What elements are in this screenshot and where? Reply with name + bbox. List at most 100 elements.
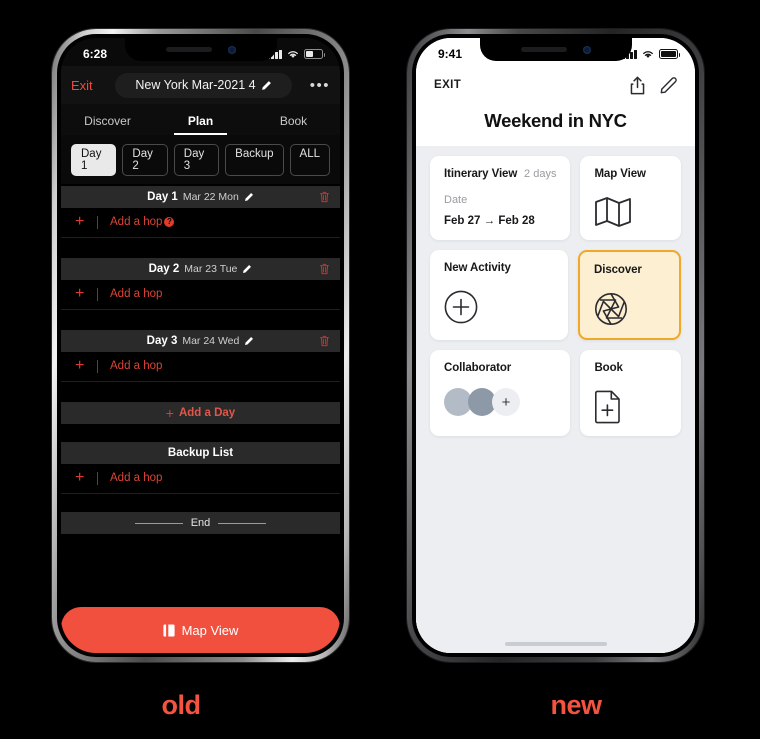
tab-book[interactable]: Book <box>247 106 340 135</box>
card-title: Book <box>594 362 623 374</box>
plus-circle-icon <box>444 290 478 324</box>
status-time: 9:41 <box>438 47 463 61</box>
spacer <box>61 494 340 512</box>
speaker-icon <box>520 47 567 52</box>
status-icons <box>267 49 325 59</box>
icon-wrap <box>444 290 554 324</box>
front-camera-icon <box>227 45 236 54</box>
day-date: Mar 24 Wed <box>182 335 240 347</box>
day-title: Day 2 <box>148 263 180 275</box>
card-map-view[interactable]: Map View <box>580 156 681 240</box>
day-header-row: Day 1 Mar 22 Mon <box>61 186 340 208</box>
add-hop-row[interactable]: + Add a hop <box>61 352 340 382</box>
add-hop-label: Add a hop <box>110 360 163 372</box>
pencil-icon[interactable] <box>244 192 254 202</box>
card-new-activity[interactable]: New Activity <box>430 250 569 340</box>
chip-all[interactable]: ALL <box>289 144 330 176</box>
nav-actions <box>629 76 677 95</box>
share-icon[interactable] <box>629 76 646 95</box>
chip-day-3[interactable]: Day 3 <box>173 144 220 176</box>
aperture-icon <box>595 293 628 325</box>
add-collaborator-button[interactable]: + <box>492 388 520 416</box>
map-icon <box>595 197 632 227</box>
wifi-icon <box>288 51 298 58</box>
exit-button[interactable]: Exit <box>71 78 111 93</box>
day-title: Day 3 <box>146 335 178 347</box>
front-camera-icon <box>582 45 591 54</box>
card-title: Itinerary View <box>444 168 518 180</box>
page-title: Weekend in NYC <box>484 110 627 131</box>
spacer <box>61 310 340 328</box>
day-title: Day 1 <box>147 191 178 203</box>
plus-icon: + <box>165 405 174 421</box>
pencil-icon[interactable] <box>660 76 677 94</box>
add-hop-row[interactable]: + Add a hop <box>61 464 340 494</box>
card-book[interactable]: Book <box>580 350 681 436</box>
spacer <box>61 424 340 442</box>
plus-icon[interactable]: + <box>75 214 97 230</box>
divider <box>97 287 98 301</box>
tab-discover[interactable]: Discover <box>61 106 154 135</box>
phone-old: 6:28 Exit New York Mar-2021 4 ••• Discov… <box>52 29 349 662</box>
new-app: EXIT Weekend in NYC Itinerary View 2 day… <box>416 38 695 653</box>
phone-old-bezel: 6:28 Exit New York Mar-2021 4 ••• Discov… <box>57 34 344 657</box>
day-date: Mar 23 Tue <box>184 263 238 275</box>
old-navbar: Exit New York Mar-2021 4 ••• <box>61 66 340 104</box>
card-itinerary-view[interactable]: Itinerary View 2 days Date Feb 27 → Feb … <box>430 156 571 240</box>
card-discover[interactable]: Discover <box>578 250 681 340</box>
trash-icon[interactable] <box>319 191 330 203</box>
add-hop-row[interactable]: + Add a hop? <box>61 208 340 238</box>
speaker-icon <box>165 47 212 52</box>
backup-list-header: Backup List <box>61 442 340 464</box>
wifi-icon <box>643 51 653 58</box>
card-collaborator[interactable]: Collaborator + <box>430 350 571 436</box>
plus-icon[interactable]: + <box>75 358 97 374</box>
trip-title-field[interactable]: New York Mar-2021 4 <box>115 72 292 98</box>
card-row: Itinerary View 2 days Date Feb 27 → Feb … <box>430 156 681 240</box>
icon-wrap <box>594 196 667 228</box>
icon-wrap <box>594 292 665 326</box>
exit-button[interactable]: EXIT <box>434 79 461 91</box>
new-navbar: EXIT <box>416 68 695 102</box>
pencil-icon[interactable] <box>261 80 272 91</box>
old-app: Exit New York Mar-2021 4 ••• Discover Pl… <box>61 38 340 653</box>
home-indicator[interactable] <box>504 642 607 646</box>
tab-plan[interactable]: Plan <box>154 106 247 135</box>
spacer <box>61 382 340 400</box>
status-icons <box>622 49 680 59</box>
more-options-button[interactable]: ••• <box>296 77 330 94</box>
divider <box>218 522 267 524</box>
plus-icon[interactable]: + <box>75 470 97 486</box>
chip-day-2[interactable]: Day 2 <box>122 144 168 176</box>
date-range: Feb 27 → Feb 28 <box>444 215 535 227</box>
help-icon[interactable]: ? <box>164 217 175 227</box>
card-row: New Activity Discover <box>430 250 681 340</box>
card-title: Map View <box>594 168 646 180</box>
add-day-button[interactable]: + Add a Day <box>61 402 340 424</box>
end-divider: End <box>61 512 340 534</box>
divider <box>97 359 98 373</box>
card-title: New Activity <box>444 262 511 274</box>
chip-backup[interactable]: Backup <box>225 144 284 176</box>
old-tab-bar: Discover Plan Book <box>61 104 340 135</box>
date-label: Date <box>444 194 468 206</box>
pencil-icon[interactable] <box>244 336 254 346</box>
pencil-icon[interactable] <box>242 264 252 274</box>
add-hop-row[interactable]: + Add a hop <box>61 280 340 310</box>
card-title: Collaborator <box>444 362 512 374</box>
divider <box>97 215 98 229</box>
plus-icon[interactable]: + <box>75 286 97 302</box>
add-hop-label: Add a hop <box>110 288 163 300</box>
card-title: Discover <box>594 264 642 276</box>
spacer <box>61 238 340 256</box>
day-header-row: Day 2 Mar 23 Tue <box>61 258 340 280</box>
day-header-row: Day 3 Mar 24 Wed <box>61 330 340 352</box>
caption-new: new <box>550 690 602 720</box>
trash-icon[interactable] <box>319 263 330 275</box>
trash-icon[interactable] <box>319 335 330 347</box>
chip-day-1[interactable]: Day 1 <box>71 144 117 176</box>
end-label: End <box>190 517 211 529</box>
map-view-button[interactable]: Map View <box>61 607 340 653</box>
map-book-icon <box>163 624 175 636</box>
card-header: Itinerary View 2 days <box>444 168 556 180</box>
